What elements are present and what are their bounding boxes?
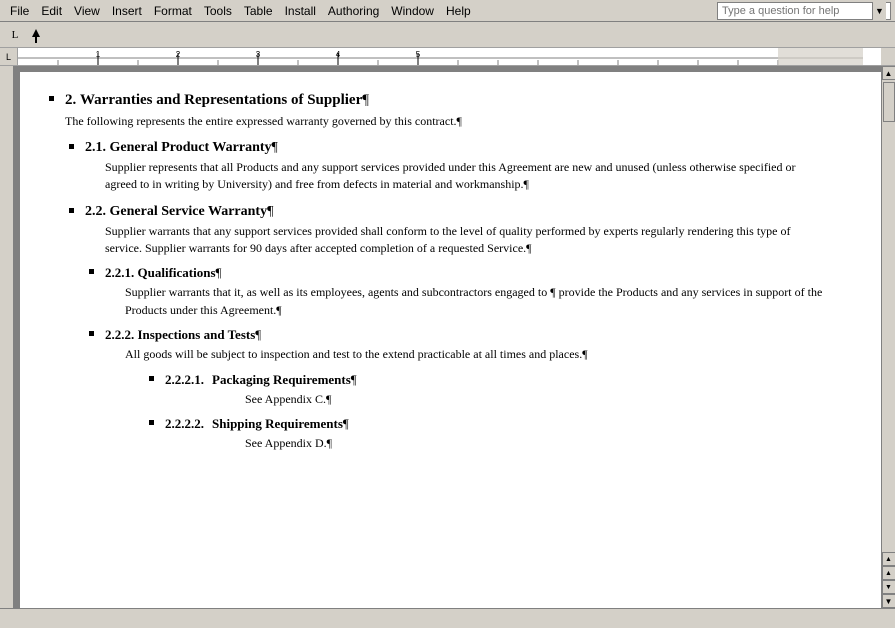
help-search-box[interactable]: ▼ — [717, 2, 891, 20]
menu-format[interactable]: Format — [148, 2, 198, 20]
scrollbar-vertical[interactable]: ▲ ▲ ▲ ▼ ▼ — [881, 66, 895, 608]
menu-view[interactable]: View — [68, 2, 106, 20]
menu-help[interactable]: Help — [440, 2, 477, 20]
bullet-2-1 — [69, 144, 74, 149]
section-2-2: 2.2. General Service Warranty¶ Supplier … — [85, 204, 826, 453]
status-bar — [0, 608, 895, 628]
section-2-2-1: 2.2.1. Qualifications¶ Supplier warrants… — [105, 265, 826, 319]
ruler-corner: L — [0, 48, 18, 66]
bullet-2-2-2 — [89, 331, 94, 336]
section-2-2-2-body: All goods will be subject to inspection … — [125, 346, 826, 363]
doc-area: 2. Warranties and Representations of Sup… — [0, 66, 895, 608]
scroll-up-btn[interactable]: ▲ — [882, 66, 895, 80]
section-2-1-title: 2.1. General Product Warranty¶ — [85, 140, 826, 156]
bullet-2-2-1 — [89, 269, 94, 274]
ruler-track: 1 2 3 4 5 — [18, 48, 881, 66]
section-2-2-1-body: Supplier warrants that it, as well as it… — [125, 284, 826, 319]
help-search-input[interactable] — [722, 5, 872, 17]
menu-tools[interactable]: Tools — [198, 2, 238, 20]
section-2-2-title: 2.2. General Service Warranty¶ — [85, 204, 826, 220]
svg-text:2: 2 — [176, 50, 181, 59]
section-2-2-2-2-body: See Appendix D.¶ — [245, 435, 826, 452]
section-2: 2. Warranties and Representations of Sup… — [65, 92, 826, 130]
scroll-btn-down2[interactable]: ▼ — [882, 580, 895, 594]
svg-text:1: 1 — [96, 50, 101, 59]
section-2-1-body: Supplier represents that all Products an… — [105, 159, 826, 194]
scroll-thumb[interactable] — [883, 82, 895, 122]
cursor-marker-icon — [30, 27, 42, 43]
section-2-2-1-title: 2.2.1. Qualifications¶ — [105, 265, 826, 281]
menu-window[interactable]: Window — [385, 2, 440, 20]
scroll-down-btn[interactable]: ▼ — [882, 594, 895, 608]
svg-text:5: 5 — [416, 50, 421, 59]
section-2-2-2-2: 2.2.2.2. Shipping Requirements¶ See Appe… — [165, 416, 826, 452]
menu-table[interactable]: Table — [238, 2, 279, 20]
bullet-2-2-2-2 — [149, 420, 154, 425]
toolbar-l-btn[interactable]: L — [4, 25, 26, 45]
toolbar: L — [0, 22, 895, 48]
menu-bar: File Edit View Insert Format Tools Table… — [0, 0, 895, 22]
menu-edit[interactable]: Edit — [35, 2, 68, 20]
doc-background: 2. Warranties and Representations of Sup… — [14, 66, 881, 608]
svg-text:4: 4 — [336, 50, 341, 59]
scroll-btn-up2[interactable]: ▲ — [882, 566, 895, 580]
help-dropdown-btn[interactable]: ▼ — [872, 2, 886, 20]
ruler-svg: 1 2 3 4 5 — [18, 48, 881, 66]
section-2-2-2-2-title: 2.2.2.2. Shipping Requirements¶ — [165, 416, 826, 432]
section-2-1: 2.1. General Product Warranty¶ Supplier … — [85, 140, 826, 194]
section-2-2-2-1-body: See Appendix C.¶ — [245, 391, 826, 408]
svg-text:3: 3 — [256, 50, 261, 59]
section-2-2-2-title: 2.2.2. Inspections and Tests¶ — [105, 327, 826, 343]
ruler: L 1 2 3 4 5 — [0, 48, 895, 66]
left-gutter — [0, 66, 14, 608]
section-2-2-2-1: 2.2.2.1. Packaging Requirements¶ See App… — [165, 372, 826, 408]
bullet-2 — [49, 96, 54, 101]
section-2-body: The following represents the entire expr… — [65, 113, 826, 130]
section-2-title: 2. Warranties and Representations of Sup… — [65, 92, 369, 109]
menu-install[interactable]: Install — [279, 2, 322, 20]
section-2-2-2-1-title: 2.2.2.1. Packaging Requirements¶ — [165, 372, 826, 388]
scroll-btn-top[interactable]: ▲ — [882, 552, 895, 566]
section-2-2-2: 2.2.2. Inspections and Tests¶ All goods … — [105, 327, 826, 452]
menu-authoring[interactable]: Authoring — [322, 2, 385, 20]
bullet-2-2-2-1 — [149, 376, 154, 381]
menu-insert[interactable]: Insert — [106, 2, 148, 20]
menu-file[interactable]: File — [4, 2, 35, 20]
section-2-2-body: Supplier warrants that any support servi… — [105, 223, 826, 258]
bullet-2-2 — [69, 208, 74, 213]
doc-page: 2. Warranties and Representations of Sup… — [20, 72, 881, 608]
